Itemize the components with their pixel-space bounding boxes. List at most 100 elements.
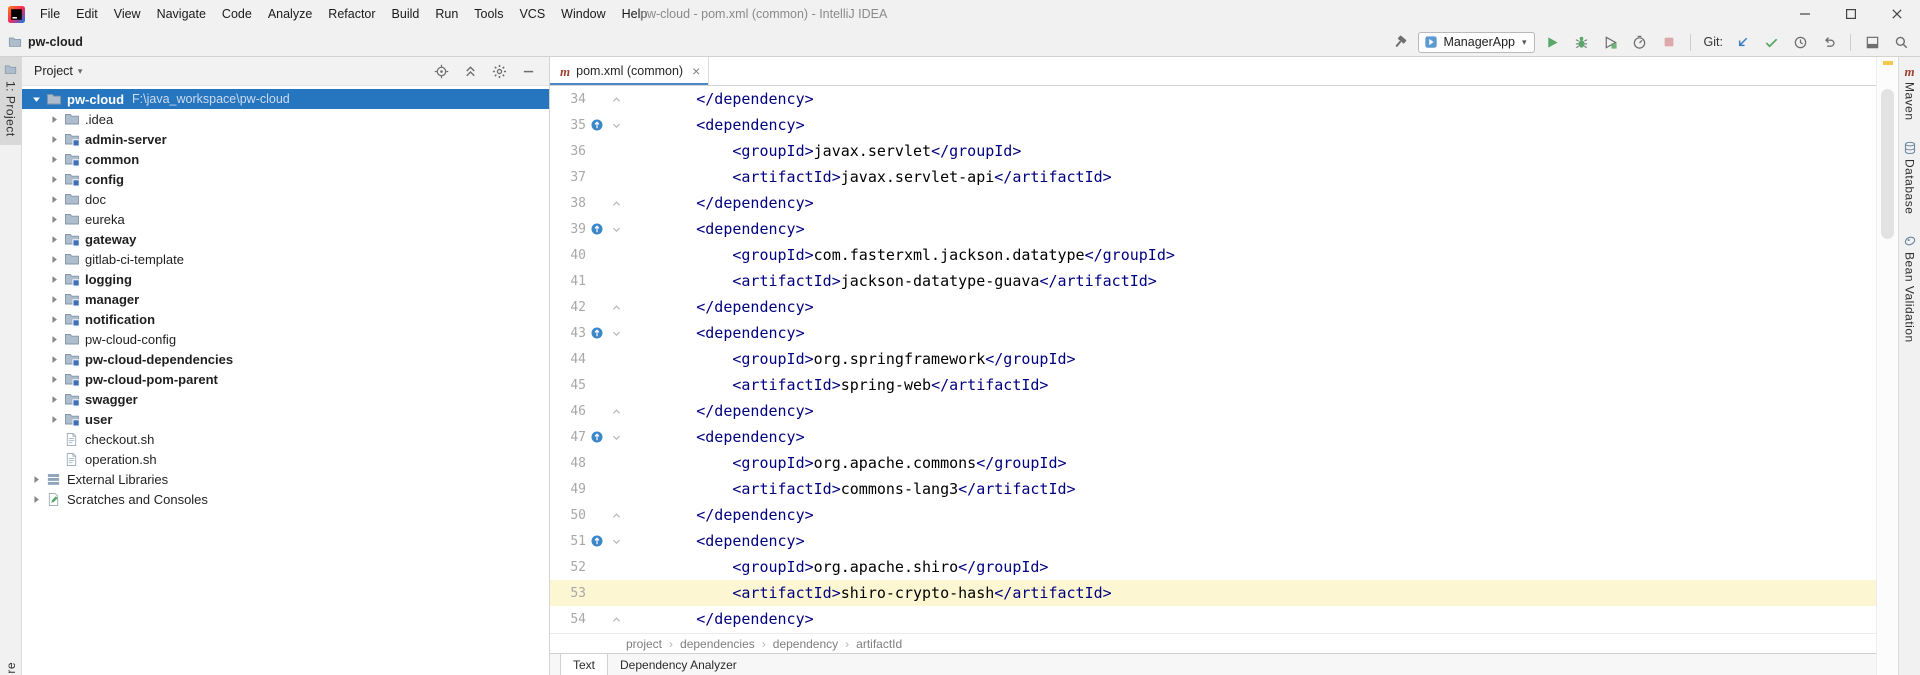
menu-edit[interactable]: Edit [68,3,106,25]
code-text[interactable]: </dependency> [624,506,814,524]
tree-item-config[interactable]: config [22,169,549,189]
stop-button[interactable] [1658,31,1680,53]
tree-arrow-right-icon[interactable] [46,251,63,267]
tree-arrow-down-icon[interactable] [28,91,45,107]
tree-item-checkout-sh[interactable]: checkout.sh [22,429,549,449]
tool-stripe-bean-validation-button[interactable]: Bean Validation [1903,234,1917,343]
maven-dependency-gutter[interactable] [586,326,608,340]
fold-close-icon[interactable] [608,406,624,417]
code-line-47[interactable]: 47 <dependency> [550,424,1876,450]
code-text[interactable]: </dependency> [624,90,814,108]
tree-item-idea[interactable]: .idea [22,109,549,129]
code-line-41[interactable]: 41 <artifactId>jackson-datatype-guava</a… [550,268,1876,294]
menu-file[interactable]: File [32,3,68,25]
code-line-44[interactable]: 44 <groupId>org.springframework</groupId… [550,346,1876,372]
fold-close-icon[interactable] [608,302,624,313]
tree-item-common[interactable]: common [22,149,549,169]
vcs-history-button[interactable] [1789,31,1811,53]
menu-vcs[interactable]: VCS [511,3,553,25]
tree-arrow-right-icon[interactable] [46,191,63,207]
hide-button[interactable] [520,63,537,80]
code-line-54[interactable]: 54 </dependency> [550,606,1876,632]
code-line-39[interactable]: 39 <dependency> [550,216,1876,242]
maven-dependency-gutter[interactable] [586,534,608,548]
code-text[interactable]: <artifactId>shiro-crypto-hash</artifactI… [624,584,1112,602]
breadcrumb-dependencies[interactable]: dependencies [680,637,755,651]
code-line-45[interactable]: 45 <artifactId>spring-web</artifactId> [550,372,1876,398]
code-text[interactable]: </dependency> [624,194,814,212]
maximize-button[interactable] [1828,0,1874,28]
code-text[interactable]: <dependency> [624,324,805,342]
code-text[interactable]: <dependency> [624,428,805,446]
vcs-rollback-button[interactable] [1818,31,1840,53]
code-line-46[interactable]: 46 </dependency> [550,398,1876,424]
tree-arrow-right-icon[interactable] [46,171,63,187]
project-panel-title[interactable]: Project [34,64,73,78]
tree-item-admin-server[interactable]: admin-server [22,129,549,149]
run-configuration-combo[interactable]: ManagerApp▾ [1418,32,1534,53]
code-line-37[interactable]: 37 <artifactId>javax.servlet-api</artifa… [550,164,1876,190]
vcs-commit-button[interactable] [1760,31,1782,53]
breadcrumb-project[interactable]: project [626,637,662,651]
bottom-tab-dependency-analyzer[interactable]: Dependency Analyzer [608,654,749,675]
warning-stripe-marker[interactable] [1883,61,1893,65]
menu-navigate[interactable]: Navigate [149,3,214,25]
hide-windows-button[interactable] [1861,31,1883,53]
menu-view[interactable]: View [106,3,149,25]
tree-item-manager[interactable]: manager [22,289,549,309]
code-text[interactable]: <artifactId>jackson-datatype-guava</arti… [624,272,1157,290]
tree-item-user[interactable]: user [22,409,549,429]
code-text[interactable]: </dependency> [624,298,814,316]
code-line-34[interactable]: 34 </dependency> [550,86,1876,112]
tree-arrow-right-icon[interactable] [46,271,63,287]
tool-stripe-project-button[interactable]: 1: Project [0,57,21,145]
fold-open-icon[interactable] [608,536,624,547]
code-line-48[interactable]: 48 <groupId>org.apache.commons</groupId> [550,450,1876,476]
tree-item-logging[interactable]: logging [22,269,549,289]
run-button[interactable] [1542,31,1564,53]
tree-item-operation-sh[interactable]: operation.sh [22,449,549,469]
tool-stripe-structure-button[interactable]: Structure [0,662,22,675]
code-line-50[interactable]: 50 </dependency> [550,502,1876,528]
code-text[interactable]: <groupId>org.apache.shiro</groupId> [624,558,1048,576]
code-line-53[interactable]: 53 <artifactId>shiro-crypto-hash</artifa… [550,580,1876,606]
tree-arrow-right-icon[interactable] [28,491,45,507]
code-line-36[interactable]: 36 <groupId>javax.servlet</groupId> [550,138,1876,164]
tree-arrow-right-icon[interactable] [46,331,63,347]
code-text[interactable]: <artifactId>spring-web</artifactId> [624,376,1048,394]
locate-button[interactable] [433,63,450,80]
code-line-40[interactable]: 40 <groupId>com.fasterxml.jackson.dataty… [550,242,1876,268]
fold-open-icon[interactable] [608,328,624,339]
maven-dependency-gutter[interactable] [586,222,608,236]
editor-scrollbar[interactable] [1876,57,1898,675]
code-line-43[interactable]: 43 <dependency> [550,320,1876,346]
tree-arrow-right-icon[interactable] [46,211,63,227]
tree-item-gateway[interactable]: gateway [22,229,549,249]
tree-item-pw-cloud-config[interactable]: pw-cloud-config [22,329,549,349]
code-line-49[interactable]: 49 <artifactId>commons-lang3</artifactId… [550,476,1876,502]
vcs-update-button[interactable] [1731,31,1753,53]
code-line-52[interactable]: 52 <groupId>org.apache.shiro</groupId> [550,554,1876,580]
tree-item-pw-cloud[interactable]: pw-cloudF:\java_workspace\pw-cloud [22,89,549,109]
menu-build[interactable]: Build [384,3,428,25]
tree-arrow-right-icon[interactable] [46,371,63,387]
tree-item-gitlab-ci-template[interactable]: gitlab-ci-template [22,249,549,269]
code-text[interactable]: <dependency> [624,220,805,238]
tree-item-pw-cloud-pom-parent[interactable]: pw-cloud-pom-parent [22,369,549,389]
code-text[interactable]: <groupId>com.fasterxml.jackson.datatype<… [624,246,1175,264]
menu-refactor[interactable]: Refactor [320,3,383,25]
chevron-down-icon[interactable]: ▾ [78,66,83,77]
build-hammer-button[interactable] [1389,31,1411,53]
collapse-all-button[interactable] [462,63,479,80]
fold-open-icon[interactable] [608,432,624,443]
navbar-breadcrumb[interactable]: pw-cloud [8,35,83,49]
code-text[interactable]: </dependency> [624,402,814,420]
code-text[interactable]: <groupId>org.apache.commons</groupId> [624,454,1067,472]
tree-item-external-libraries[interactable]: External Libraries [22,469,549,489]
run-with-coverage-button[interactable] [1600,31,1622,53]
tree-arrow-right-icon[interactable] [46,351,63,367]
fold-close-icon[interactable] [608,510,624,521]
editor-tab-pom-xml[interactable]: m pom.xml (common) × [550,57,709,85]
menu-run[interactable]: Run [427,3,466,25]
profiler-button[interactable] [1629,31,1651,53]
